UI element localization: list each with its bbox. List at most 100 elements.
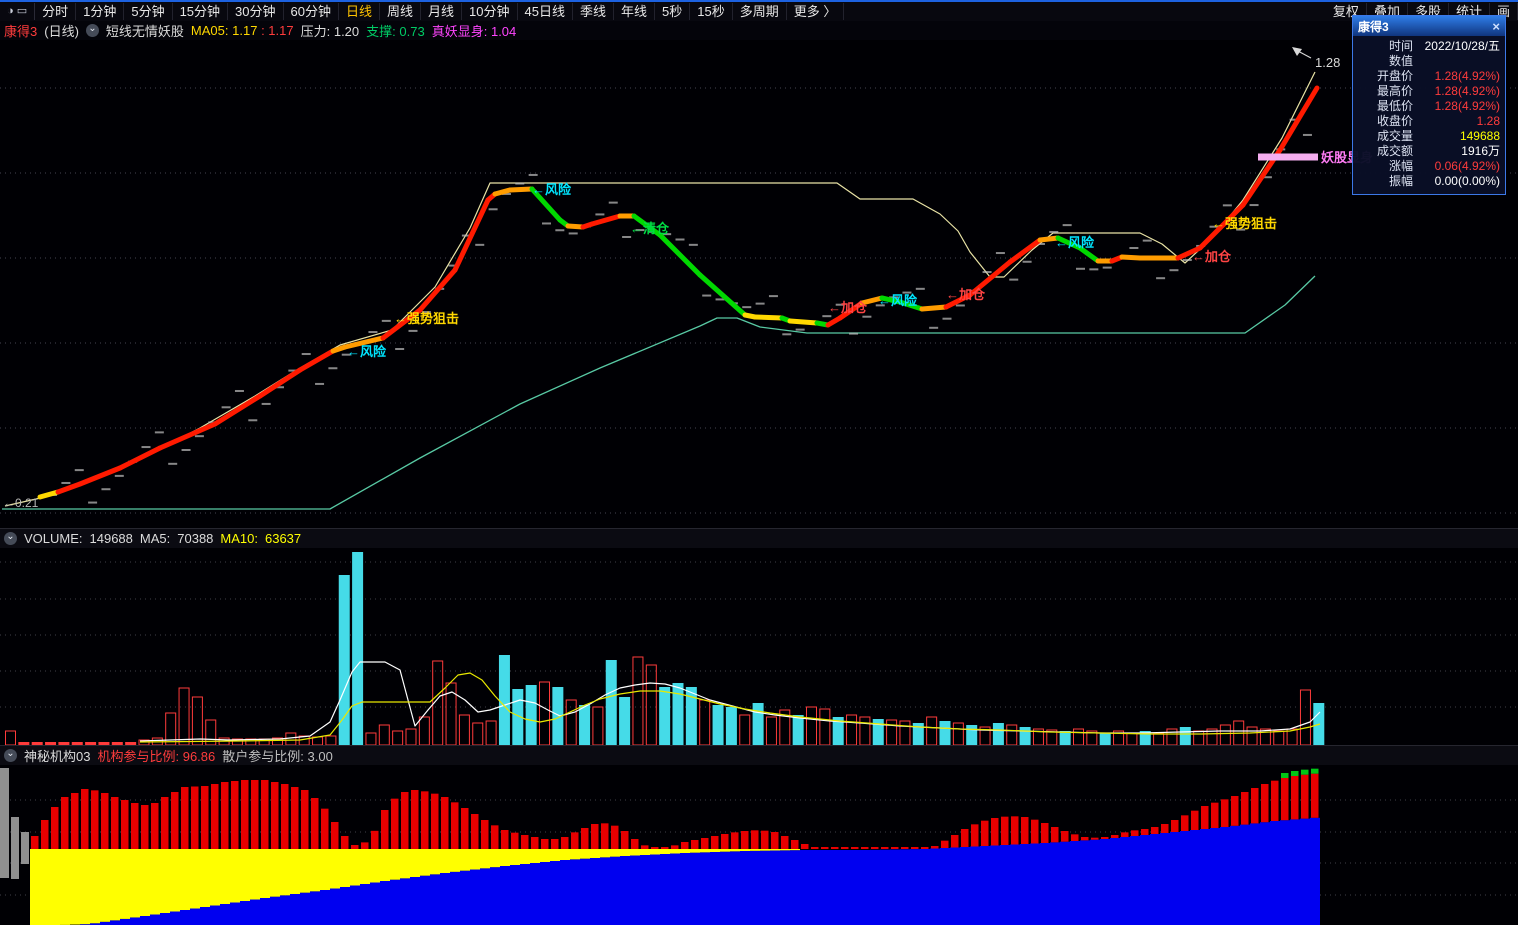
vol-ma5-value: 70388 (177, 531, 214, 546)
aqua-trend-line (2, 275, 1316, 510)
svg-text:←0.21: ←0.21 (3, 496, 39, 510)
period-tab-季线[interactable]: 季线 (573, 3, 614, 20)
institution-pane[interactable] (0, 765, 1518, 925)
quote-value: 149688 (1459, 129, 1500, 143)
demon-group: 真妖显身: 1.04 (432, 21, 517, 40)
quote-label: 最低价 (1376, 99, 1413, 113)
price-labels: ←0.21 1.28 (3, 47, 1340, 510)
close-icon[interactable]: × (1492, 20, 1500, 33)
quote-label: 成交额 (1376, 144, 1413, 158)
volume-bars (5, 552, 1325, 745)
quote-value: 1.28 (1476, 114, 1500, 128)
quote-row: 最低价 1.28(4.92%) (1358, 99, 1500, 114)
svg-text:←清仓: ←清仓 (630, 221, 670, 236)
quote-row: 最高价 1.28(4.92%) (1358, 84, 1500, 99)
ma05-label: MA05: (190, 23, 229, 38)
gray-history-bars (0, 768, 29, 879)
quote-row: 涨幅 0.06(4.92%) (1358, 159, 1500, 174)
vol-ma10-value: 63637 (264, 531, 302, 546)
quote-label: 收盘价 (1376, 114, 1413, 128)
indicator-title[interactable]: 神秘机构03 (24, 746, 90, 765)
retail-label: 散户参与比例: (222, 749, 304, 764)
main-chart-pane[interactable]: 妖股显身 ←风险 ←强势狙击 ←风险 ←清仓 ←加仓 ←风险 ←加仓 ←风险 ←加仓 ←强势狙击 ←0… (0, 40, 1518, 528)
quote-value: 1.28(4.92%) (1434, 99, 1500, 113)
layout-icon[interactable]: ◑ ▭ (0, 3, 36, 20)
quote-value: 0.00(0.00%) (1434, 174, 1500, 188)
quote-value (1413, 54, 1500, 69)
period-tab-10分钟[interactable]: 10分钟 (462, 3, 518, 20)
svg-text:←加仓: ←加仓 (1192, 249, 1232, 264)
quote-popup[interactable]: 康得3 × 时间 2022/10/28/五 数值 开盘价 1.28(4.92%) 最高价 1… (1352, 15, 1506, 195)
period-tab-15秒[interactable]: 15秒 (690, 3, 733, 20)
quote-value: 0.06(4.92%) (1434, 159, 1500, 173)
period-tab-30分钟[interactable]: 30分钟 (228, 3, 284, 20)
period-tabs: 分时 1分钟 5分钟 15分钟 30分钟 60分钟 日线 周线 月线 10分钟 45日线 季线 年线 5秒… (35, 3, 1326, 20)
trend-colored-line (37, 85, 1320, 500)
period-tab-日线[interactable]: 日线 (339, 3, 380, 20)
svg-text:←强势狙击: ←强势狙击 (394, 311, 459, 326)
vol-ma10-label: MA10: (220, 531, 258, 546)
collapse-volume-icon[interactable]: ⌄ (4, 532, 17, 545)
quote-row: 成交额 1916万 (1358, 144, 1500, 159)
demon-value: 1.04 (490, 24, 517, 39)
quote-popup-body: 时间 2022/10/28/五 数值 开盘价 1.28(4.92%) 最高价 1.28(4.… (1353, 36, 1505, 194)
ma05-value: 1.17 (232, 23, 258, 38)
period-tab-更多 〉[interactable]: 更多 〉 (787, 3, 845, 20)
svg-text:←风险: ←风险 (1055, 235, 1095, 250)
svg-text:←风险: ←风险 (878, 293, 918, 308)
svg-text:←风险: ←风险 (347, 344, 387, 359)
quote-row: 收盘价 1.28 (1358, 114, 1500, 129)
period-tab-周线[interactable]: 周线 (380, 3, 422, 20)
chevron-down-icon[interactable]: ⌄ (85, 24, 99, 37)
main-chart: 妖股显身←风险←强势狙击←风险←清仓←加仓 ←风险 ←加仓←风险←加仓←强势狙击←0… (0, 47, 1518, 514)
volume-label[interactable]: VOLUME: (24, 531, 83, 546)
pressure-value: 1.20 (333, 24, 360, 39)
pressure-group: 压力: 1.20 (301, 21, 360, 40)
period-tab-1分钟[interactable]: 1分钟 (76, 3, 125, 20)
trading-terminal: ◑ ▭ 分时 1分钟 5分钟 15分钟 30分钟 60分钟 日线 周线 月线 10分钟 45日线 季线… (0, 0, 1518, 925)
indicator-info-row: 康得3 (日线) ⌄ 短线无情妖股 MA05: 1.17 : 1.17 压力: … (0, 21, 1518, 40)
inst-label: 机构参与比例: (97, 749, 180, 764)
indicator-name[interactable]: 短线无情妖股 (106, 21, 184, 40)
period-tab-45日线[interactable]: 45日线 (518, 3, 573, 20)
quote-value: 1.28(4.92%) (1434, 84, 1500, 98)
period-tab-分时[interactable]: 分时 (35, 3, 77, 20)
svg-text:←加仓: ←加仓 (828, 300, 868, 315)
period-tab-月线[interactable]: 月线 (421, 3, 463, 20)
period-tab-年线[interactable]: 年线 (614, 3, 655, 20)
quote-label: 时间 (1388, 39, 1413, 53)
quote-label: 最高价 (1376, 84, 1413, 98)
period-tab-15分钟[interactable]: 15分钟 (173, 3, 229, 20)
volume-pane[interactable] (0, 548, 1518, 745)
quote-label: 振幅 (1388, 174, 1413, 188)
institution-header: ⌄ 神秘机构03 机构参与比例: 96.86 散户参与比例: 3.00 (0, 745, 1518, 765)
ma05-value2: : 1.17 (261, 23, 294, 38)
svg-text:←风险: ←风险 (532, 182, 572, 197)
svg-text:1.28: 1.28 (1315, 55, 1340, 70)
quote-popup-titlebar[interactable]: 康得3 × (1353, 16, 1505, 36)
period-tab-多周期[interactable]: 多周期 (733, 3, 787, 20)
quote-value: 1916万 (1461, 144, 1500, 158)
volume-value: 149688 (89, 531, 133, 546)
quote-row: 成交量 149688 (1358, 129, 1500, 144)
stock-name[interactable]: 康得3 (4, 21, 37, 40)
volume-chart (0, 552, 1518, 745)
quote-row: 振幅 0.00(0.00%) (1358, 174, 1500, 189)
inst-value: 96.86 (182, 749, 216, 764)
quote-row: 开盘价 1.28(4.92%) (1358, 69, 1500, 84)
quote-label: 成交量 (1376, 129, 1413, 143)
quote-popup-title: 康得3 (1358, 19, 1389, 34)
svg-text:←加仓: ←加仓 (946, 287, 986, 302)
period-tab-5分钟[interactable]: 5分钟 (124, 3, 173, 20)
period-toolbar: ◑ ▭ 分时 1分钟 5分钟 15分钟 30分钟 60分钟 日线 周线 月线 10分钟 45日线 季线… (0, 2, 1518, 21)
period-tab-5秒[interactable]: 5秒 (655, 3, 691, 20)
quote-value: 1.28(4.92%) (1434, 69, 1500, 83)
institution-chart (0, 768, 1518, 925)
period-tab-60分钟[interactable]: 60分钟 (284, 3, 339, 20)
kline-dashes (48, 118, 1312, 504)
quote-value: 2022/10/28/五 (1424, 39, 1500, 53)
quote-label: 开盘价 (1376, 69, 1413, 83)
ma05-group: MA05: 1.17 : 1.17 (191, 23, 294, 38)
support-value: 0.73 (399, 24, 425, 39)
collapse-indicator-icon[interactable]: ⌄ (4, 749, 17, 762)
